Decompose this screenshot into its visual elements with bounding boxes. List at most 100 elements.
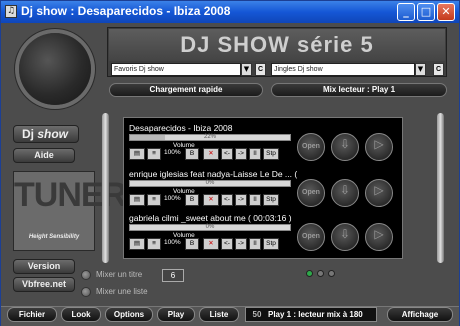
list-menu-button[interactable]: Liste — [199, 307, 239, 322]
track-progress-bar[interactable]: 22% — [129, 134, 291, 141]
track-title: gabriela cilmi _sweet about me ( 00:03:1… — [129, 213, 292, 223]
progress-label: 0% — [205, 180, 215, 186]
list-icon[interactable]: ≡ — [147, 194, 161, 206]
play-icon: ▷ — [374, 137, 384, 151]
close-button[interactable]: ✕ — [437, 3, 455, 21]
forward-icon[interactable]: -> — [235, 194, 247, 206]
down-arrow-icon: ⇩ — [339, 183, 351, 197]
jingles-select[interactable]: Jingles Dj show — [271, 63, 415, 76]
page-dot-3[interactable] — [328, 270, 335, 277]
track-title: Desaparecidos - Ibiza 2008 — [129, 123, 233, 133]
app-icon: ♫ — [5, 5, 17, 18]
progress-fill — [130, 135, 166, 140]
help-button[interactable]: Aide — [13, 148, 75, 163]
open-button[interactable]: Open — [297, 179, 325, 207]
mix-title-label: Mixer un titre — [96, 270, 143, 279]
mix-list-label: Mixer une liste — [96, 287, 148, 296]
folder-icon[interactable]: ▤ — [129, 148, 145, 160]
stop-button[interactable]: Stp — [263, 194, 279, 206]
deck-controls: ▤ ≡ 100% B ✕ <- -> II Stp — [129, 194, 291, 206]
volume-value: 100% — [164, 149, 181, 156]
rewind-icon[interactable]: <- — [221, 194, 233, 206]
folder-icon[interactable]: ▤ — [129, 194, 145, 206]
progress-label: 22% — [203, 134, 216, 140]
look-menu-button[interactable]: Look — [61, 307, 101, 322]
jingles-c-button[interactable]: C — [433, 63, 444, 76]
mix-list-radio[interactable] — [81, 287, 91, 297]
download-button[interactable]: ⇩ — [331, 223, 359, 251]
favorites-dropdown-icon[interactable]: ▼ — [241, 63, 252, 76]
down-arrow-icon: ⇩ — [339, 227, 351, 241]
favorites-c-button[interactable]: C — [255, 63, 266, 76]
delete-icon[interactable]: ✕ — [203, 194, 219, 206]
display-menu-button[interactable]: Affichage — [387, 307, 453, 322]
status-display: 50 Play 1 : lecteur mix à 180 — [245, 307, 377, 322]
play-icon: ▷ — [374, 227, 384, 241]
speaker-graphic — [19, 33, 91, 105]
delete-icon[interactable]: ✕ — [203, 238, 219, 250]
progress-label: 0% — [205, 224, 215, 230]
folder-icon[interactable]: ▤ — [129, 238, 145, 250]
rewind-icon[interactable]: <- — [221, 238, 233, 250]
b-button[interactable]: B — [185, 238, 199, 250]
dj-show-logo-button[interactable]: Dj show — [13, 125, 79, 143]
app-window: ♫ Dj show : Desaparecidos - Ibiza 2008 _… — [0, 0, 460, 326]
favorites-select[interactable]: Favoris Dj show — [111, 63, 241, 76]
mix-count-field[interactable]: 6 — [162, 269, 184, 282]
play-button[interactable]: ▷ — [365, 223, 393, 251]
mix-reader-button[interactable]: Mix lecteur : Play 1 — [271, 83, 447, 97]
volume-value: 100% — [164, 239, 181, 246]
forward-icon[interactable]: -> — [235, 148, 247, 160]
down-arrow-icon: ⇩ — [339, 137, 351, 151]
right-slider-rail[interactable] — [437, 113, 444, 263]
download-button[interactable]: ⇩ — [331, 179, 359, 207]
status-text: Play 1 : lecteur mix à 180 — [268, 310, 363, 319]
deck-controls: ▤ ≡ 100% B ✕ <- -> II Stp — [129, 238, 291, 250]
pause-button[interactable]: II — [249, 148, 261, 160]
b-button[interactable]: B — [185, 194, 199, 206]
app-title-banner: DJ SHOW série 5 — [109, 29, 445, 61]
open-button[interactable]: Open — [297, 133, 325, 161]
left-slider-rail[interactable] — [102, 113, 109, 263]
list-icon[interactable]: ≡ — [147, 238, 161, 250]
file-menu-button[interactable]: Fichier — [7, 307, 57, 322]
stop-button[interactable]: Stp — [263, 148, 279, 160]
track-title: enrique iglesias feat nadya-Laisse Le De… — [129, 169, 297, 179]
version-button[interactable]: Version — [13, 259, 75, 274]
status-number: 50 — [252, 310, 262, 319]
track-progress-bar[interactable]: 0% — [129, 224, 291, 231]
play-menu-button[interactable]: Play — [157, 307, 195, 322]
quick-load-button[interactable]: Chargement rapide — [109, 83, 263, 97]
logo-show-text: show — [37, 127, 69, 141]
options-menu-button[interactable]: Options — [105, 307, 153, 322]
window-title: Dj show : Desaparecidos - Ibiza 2008 — [21, 4, 231, 18]
forward-icon[interactable]: -> — [235, 238, 247, 250]
deck-controls: ▤ ≡ 100% B ✕ <- -> II Stp — [129, 148, 291, 160]
logo-dj-text: Dj — [22, 127, 34, 141]
rewind-icon[interactable]: <- — [221, 148, 233, 160]
list-icon[interactable]: ≡ — [147, 148, 161, 160]
track-progress-bar[interactable]: 0% — [129, 180, 291, 187]
volume-value: 100% — [164, 195, 181, 202]
play-button[interactable]: ▷ — [365, 133, 393, 161]
jingles-dropdown-icon[interactable]: ▼ — [415, 63, 426, 76]
tuner-label: TUNER — [14, 176, 127, 214]
minimize-button[interactable]: _ — [397, 3, 415, 21]
pause-button[interactable]: II — [249, 238, 261, 250]
tuner-sublabel: Height Sensibility — [28, 234, 80, 240]
tuner-panel: TUNER Height Sensibility — [13, 171, 127, 251]
maximize-button[interactable]: □ — [417, 3, 435, 21]
pause-button[interactable]: II — [249, 194, 261, 206]
b-button[interactable]: B — [185, 148, 199, 160]
title-bar[interactable]: ♫ Dj show : Desaparecidos - Ibiza 2008 _… — [1, 1, 459, 23]
page-dot-1[interactable] — [306, 270, 313, 277]
delete-icon[interactable]: ✕ — [203, 148, 219, 160]
mix-title-radio[interactable] — [81, 270, 91, 280]
download-button[interactable]: ⇩ — [331, 133, 359, 161]
play-button[interactable]: ▷ — [365, 179, 393, 207]
site-button[interactable]: Vbfree.net — [13, 277, 75, 292]
play-icon: ▷ — [374, 183, 384, 197]
stop-button[interactable]: Stp — [263, 238, 279, 250]
page-dot-2[interactable] — [317, 270, 324, 277]
open-button[interactable]: Open — [297, 223, 325, 251]
